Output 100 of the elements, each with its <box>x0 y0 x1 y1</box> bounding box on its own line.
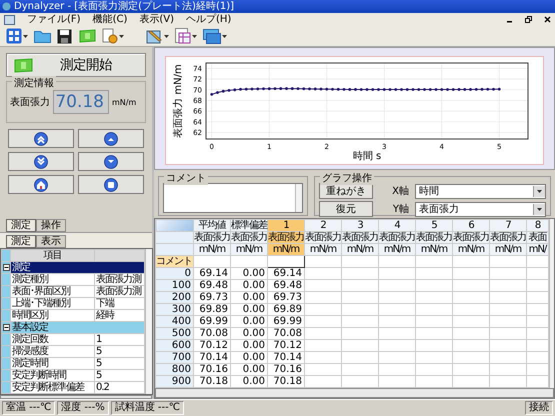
column-header[interactable]: 標準偏差 <box>230 220 268 232</box>
column-header[interactable]: 6 <box>452 220 490 232</box>
data-point <box>325 88 328 91</box>
column-header[interactable]: 表面張力 <box>452 232 490 244</box>
property-name: 測定時間 <box>10 358 94 370</box>
up-button[interactable] <box>78 129 144 148</box>
column-header[interactable]: 2 <box>304 220 342 232</box>
y-axis-dropdown[interactable]: 表面張力 <box>415 202 546 216</box>
settings-button[interactable] <box>100 27 126 45</box>
property-value[interactable]: 5 <box>94 358 144 370</box>
data-point <box>222 90 225 93</box>
row-header[interactable]: コメント <box>156 256 194 268</box>
down-button[interactable] <box>78 152 144 171</box>
column-header[interactable]: 1 <box>268 220 304 232</box>
menu-item[interactable]: 機能(C) <box>92 14 128 26</box>
table-cell: 0.00 <box>230 316 268 328</box>
data-point <box>446 88 449 91</box>
status-item: 湿度 ---% <box>57 401 109 415</box>
property-value[interactable]: 表面張力測 <box>94 286 144 298</box>
row-header[interactable]: 0 <box>156 268 194 280</box>
table-button[interactable] <box>173 27 199 45</box>
column-header[interactable]: 表面張力 <box>304 232 342 244</box>
table-cell: 69.14 <box>194 268 230 280</box>
table-cell: 70.16 <box>268 364 304 376</box>
data-point <box>250 88 254 90</box>
restore-icon[interactable] <box>525 16 532 23</box>
home-button[interactable] <box>8 175 74 194</box>
column-header[interactable]: 表面張力 <box>490 232 526 244</box>
row-header[interactable]: 100 <box>156 280 194 292</box>
scrollbar[interactable] <box>0 395 152 399</box>
column-header[interactable]: 4 <box>378 220 416 232</box>
tab[interactable]: 操作 <box>36 219 66 232</box>
tab[interactable]: 表示 <box>36 235 66 248</box>
property-value[interactable]: 5 <box>94 346 144 358</box>
column-header[interactable]: 表面張力 <box>268 232 304 244</box>
data-point <box>244 88 248 91</box>
column-header[interactable]: 5 <box>416 220 452 232</box>
column-header[interactable]: 表面張力 <box>342 232 378 244</box>
property-value[interactable]: 下端 <box>94 298 144 310</box>
data-point <box>279 87 282 90</box>
column-header[interactable]: 表面張力 <box>378 232 416 244</box>
column-header[interactable]: 7 <box>490 220 526 232</box>
column-header[interactable]: 表面張力 <box>194 232 230 244</box>
page-down-button[interactable] <box>8 152 74 171</box>
save-button[interactable] <box>55 27 74 45</box>
scrollbar[interactable] <box>145 249 152 394</box>
start-measurement-button[interactable]: 測定開始 <box>6 53 146 77</box>
data-point <box>290 87 294 90</box>
page-up-button[interactable] <box>8 129 74 148</box>
data-point <box>320 88 322 90</box>
property-value[interactable]: 1 <box>94 334 144 346</box>
collapse-icon[interactable] <box>3 324 10 331</box>
pencil-icon <box>146 28 163 44</box>
row-header[interactable]: 400 <box>156 316 194 328</box>
row-header[interactable]: 200 <box>156 292 194 304</box>
window-button[interactable] <box>201 27 229 45</box>
x-axis-dropdown[interactable]: 時間 <box>415 184 546 198</box>
chevron-up-icon <box>104 132 118 146</box>
menu-item[interactable]: ファイル(F) <box>27 14 81 26</box>
tab[interactable]: 測定 <box>6 235 36 248</box>
caret-icon <box>23 34 28 38</box>
column-header[interactable]: 項目 <box>10 250 94 262</box>
comment-field[interactable] <box>163 183 303 213</box>
close-icon[interactable] <box>544 16 551 23</box>
row-header[interactable]: 900 <box>156 376 194 388</box>
table-cell: 69.99 <box>194 316 230 328</box>
collapse-icon[interactable] <box>3 264 10 271</box>
data-point <box>412 88 414 91</box>
table-cell: 70.12 <box>268 340 304 352</box>
table-icon <box>175 28 191 44</box>
save-icon <box>57 28 72 44</box>
table-cell: 0.00 <box>230 328 268 340</box>
row-header[interactable]: 800 <box>156 364 194 376</box>
column-header[interactable]: 8 <box>526 220 548 232</box>
column-header[interactable]: 表面張力 <box>416 232 452 244</box>
category-row[interactable]: 測定 <box>10 262 144 274</box>
menu-item[interactable]: 表示(V) <box>139 14 174 26</box>
group-title: 測定情報 <box>12 76 56 90</box>
property-value[interactable]: 5 <box>94 370 144 382</box>
category-row[interactable]: 基本設定 <box>10 322 144 334</box>
scrollbar[interactable] <box>155 388 554 398</box>
restore-button[interactable]: 復元 <box>319 201 373 217</box>
property-value[interactable]: 0.2 <box>94 382 144 394</box>
data-point <box>233 88 236 92</box>
row-header[interactable]: 300 <box>156 304 194 316</box>
stop-button[interactable] <box>78 175 144 194</box>
row-header[interactable]: 500 <box>156 328 194 340</box>
row-header[interactable]: 700 <box>156 352 194 364</box>
corner-cell[interactable] <box>156 220 194 232</box>
column-header[interactable]: 表面張力 <box>230 232 268 244</box>
menu-item[interactable]: ヘルプ(H) <box>186 14 232 26</box>
data-point <box>262 87 265 90</box>
window-title: Dynalyzer - [表面張力測定(プレート法)経時(1)] <box>14 0 234 12</box>
column-header[interactable]: 平均値 <box>194 220 230 232</box>
data-point <box>314 88 317 90</box>
column-header[interactable]: 3 <box>342 220 378 232</box>
row-header[interactable]: 600 <box>156 340 194 352</box>
scrollbar[interactable] <box>549 219 554 388</box>
layout-button[interactable] <box>4 27 30 45</box>
tab[interactable]: 測定 <box>6 219 36 232</box>
